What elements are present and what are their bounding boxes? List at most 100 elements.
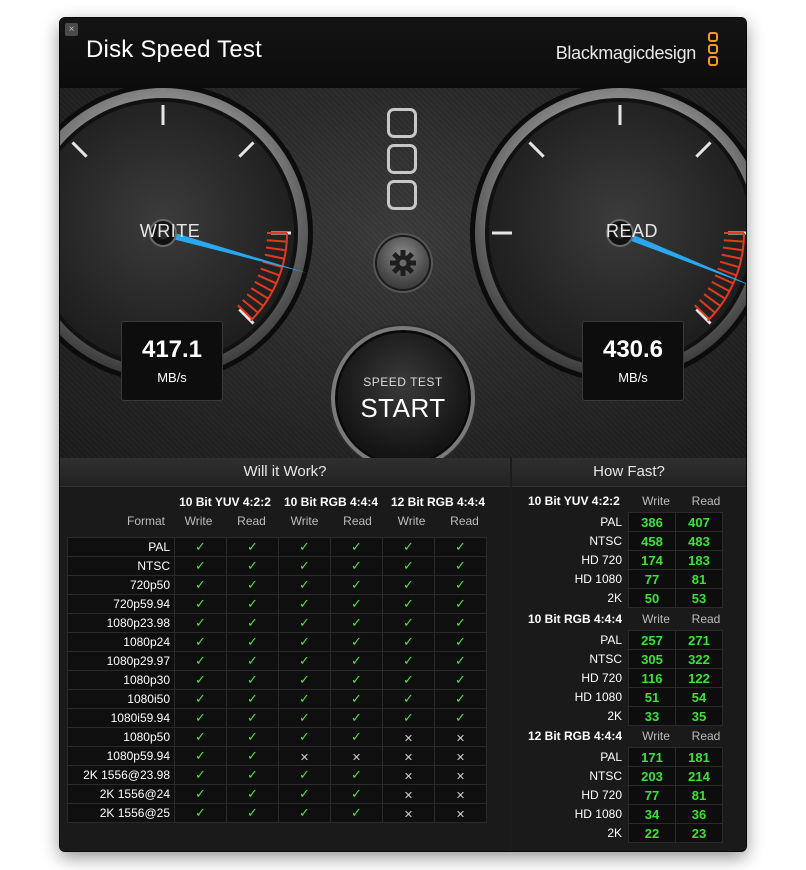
supported-cell: ✓ [278, 575, 331, 595]
table-row: 720p50 ✓ ✓ ✓ ✓ ✓ ✓ [67, 575, 487, 595]
check-icon: ✓ [299, 691, 310, 706]
gauge-area: WRITE READ 417.1 MB/s 430.6 MB/s SPEED T… [60, 83, 746, 463]
table-row: 1080p24 ✓ ✓ ✓ ✓ ✓ ✓ [67, 632, 487, 652]
check-icon: ✓ [247, 653, 258, 668]
resolution-label: HD 1080 [574, 807, 622, 821]
read-fps-value: 23 [675, 823, 723, 843]
supported-cell: ✓ [330, 727, 383, 747]
how-fast-table: PAL 386 407 NTSC 458 483 HD 720 174 183 HD 1080 77… [512, 512, 723, 608]
check-icon: ✓ [247, 767, 258, 782]
write-fps-value: 305 [628, 649, 676, 669]
group-header: 10 Bit YUV 4:2:2 [179, 495, 271, 509]
resolution-label: 2K [607, 709, 622, 723]
write-fps-value: 51 [628, 687, 676, 707]
supported-cell: ✓ [382, 537, 435, 557]
table-row: 2K 1556@23.98 ✓ ✓ ✓ ✓ ✕ ✕ [67, 765, 487, 785]
check-icon: ✓ [455, 558, 466, 573]
read-column-header: Read [691, 612, 721, 626]
check-icon: ✓ [299, 539, 310, 554]
supported-cell: ✓ [434, 556, 487, 576]
cross-icon: ✕ [455, 808, 466, 821]
resolution-label: HD 720 [581, 553, 622, 567]
check-icon: ✓ [195, 729, 206, 744]
check-icon: ✓ [247, 710, 258, 725]
supported-cell: ✓ [226, 727, 279, 747]
supported-cell: ✓ [174, 670, 227, 690]
check-icon: ✓ [299, 767, 310, 782]
resolution-label: HD 1080 [574, 572, 622, 586]
check-icon: ✓ [299, 805, 310, 820]
how-fast-title: How Fast? [512, 458, 746, 487]
supported-cell: ✓ [278, 689, 331, 709]
check-icon: ✓ [455, 577, 466, 592]
check-icon: ✓ [455, 653, 466, 668]
check-icon: ✓ [299, 634, 310, 649]
write-fps-value: 203 [628, 766, 676, 786]
unsupported-cell: ✕ [330, 746, 383, 766]
supported-cell: ✓ [434, 594, 487, 614]
resolution-label: NTSC [589, 652, 622, 666]
settings-button[interactable] [377, 237, 429, 289]
supported-cell: ✓ [434, 537, 487, 557]
check-icon: ✓ [299, 558, 310, 573]
check-icon: ✓ [247, 615, 258, 630]
start-button-label: START [360, 393, 446, 423]
read-fps-value: 53 [675, 588, 723, 608]
supported-cell: ✓ [226, 708, 279, 728]
table-row: HD 720 174 183 [512, 550, 723, 570]
table-row: PAL 386 407 [512, 512, 723, 532]
blackmagic-center-logo-icon [387, 108, 417, 216]
supported-cell: ✓ [174, 556, 227, 576]
read-column-header: Read [691, 729, 721, 743]
format-cell: 1080i59.94 [67, 708, 175, 728]
supported-cell: ✓ [278, 632, 331, 652]
check-icon: ✓ [195, 634, 206, 649]
supported-cell: ✓ [278, 765, 331, 785]
supported-cell: ✓ [174, 575, 227, 595]
read-readout: 430.6 MB/s [582, 321, 684, 401]
close-button[interactable]: × [65, 23, 78, 36]
how-fast-group-title: 10 Bit YUV 4:2:2 [528, 494, 620, 508]
read-fps-value: 214 [675, 766, 723, 786]
supported-cell: ✓ [434, 651, 487, 671]
start-button[interactable]: SPEED TEST START [338, 333, 468, 463]
supported-cell: ✓ [174, 651, 227, 671]
check-icon: ✓ [351, 786, 362, 801]
resolution-label: PAL [600, 515, 622, 529]
table-row: 2K 22 23 [512, 823, 723, 843]
supported-cell: ✓ [174, 708, 227, 728]
unsupported-cell: ✕ [434, 727, 487, 747]
check-icon: ✓ [403, 615, 414, 630]
write-readout: 417.1 MB/s [121, 321, 223, 401]
supported-cell: ✓ [226, 651, 279, 671]
check-icon: ✓ [351, 691, 362, 706]
check-icon: ✓ [299, 672, 310, 687]
supported-cell: ✓ [278, 727, 331, 747]
unsupported-cell: ✕ [382, 803, 435, 823]
read-fps-value: 322 [675, 649, 723, 669]
table-row: 2K 1556@25 ✓ ✓ ✓ ✓ ✕ ✕ [67, 803, 487, 823]
table-row: 1080p59.94 ✓ ✓ ✕ ✕ ✕ ✕ [67, 746, 487, 766]
column-header: Write [184, 514, 213, 528]
supported-cell: ✓ [330, 670, 383, 690]
supported-cell: ✓ [330, 765, 383, 785]
check-icon: ✓ [403, 672, 414, 687]
check-icon: ✓ [403, 577, 414, 592]
table-row: 720p59.94 ✓ ✓ ✓ ✓ ✓ ✓ [67, 594, 487, 614]
write-fps-value: 116 [628, 668, 676, 688]
check-icon: ✓ [195, 577, 206, 592]
write-column-header: Write [642, 729, 670, 743]
supported-cell: ✓ [226, 670, 279, 690]
format-cell: NTSC [67, 556, 175, 576]
supported-cell: ✓ [226, 575, 279, 595]
check-icon: ✓ [299, 577, 310, 592]
supported-cell: ✓ [226, 765, 279, 785]
supported-cell: ✓ [382, 613, 435, 633]
read-speed-unit: MB/s [618, 370, 648, 385]
check-icon: ✓ [351, 577, 362, 592]
check-icon: ✓ [403, 558, 414, 573]
gauge-redline-tick [723, 239, 744, 243]
check-icon: ✓ [299, 615, 310, 630]
column-header: Read [343, 514, 372, 528]
check-icon: ✓ [455, 615, 466, 630]
